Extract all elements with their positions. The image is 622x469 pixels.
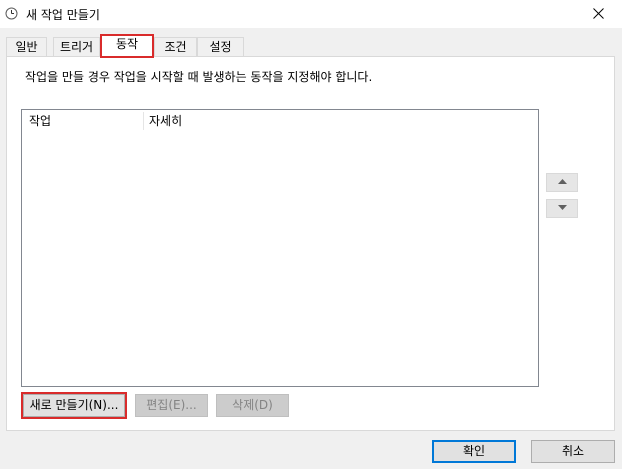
close-icon [593, 8, 604, 19]
tab-triggers[interactable]: 트리거 [53, 37, 100, 56]
tab-actions[interactable]: 동작 [100, 34, 154, 56]
column-separator[interactable] [143, 112, 144, 130]
window-title: 새 작업 만들기 [26, 8, 100, 22]
tab-conditions[interactable]: 조건 [154, 37, 197, 56]
actions-description: 작업을 만들 경우 작업을 시작할 때 발생하는 동작을 지정해야 합니다. [25, 70, 373, 84]
cancel-button[interactable]: 취소 [531, 440, 615, 463]
triangle-down-icon [558, 205, 567, 210]
clock-icon [5, 7, 18, 20]
move-down-button[interactable] [546, 199, 578, 218]
close-button[interactable] [576, 0, 622, 28]
delete-action-button[interactable]: 삭제(D) [216, 394, 289, 417]
ok-button[interactable]: 확인 [432, 440, 516, 463]
column-header-details[interactable]: 자세히 [149, 110, 182, 132]
move-up-button[interactable] [546, 173, 578, 192]
edit-action-button[interactable]: 편집(E)... [135, 394, 208, 417]
new-action-button[interactable]: 새로 만들기(N)... [23, 394, 125, 417]
tab-settings[interactable]: 설정 [197, 37, 244, 56]
actions-list[interactable]: 작업 자세히 [21, 109, 539, 387]
title-bar: 새 작업 만들기 [0, 0, 622, 28]
triangle-up-icon [558, 179, 567, 184]
tab-general[interactable]: 일반 [6, 37, 47, 56]
column-header-action[interactable]: 작업 [29, 110, 51, 132]
